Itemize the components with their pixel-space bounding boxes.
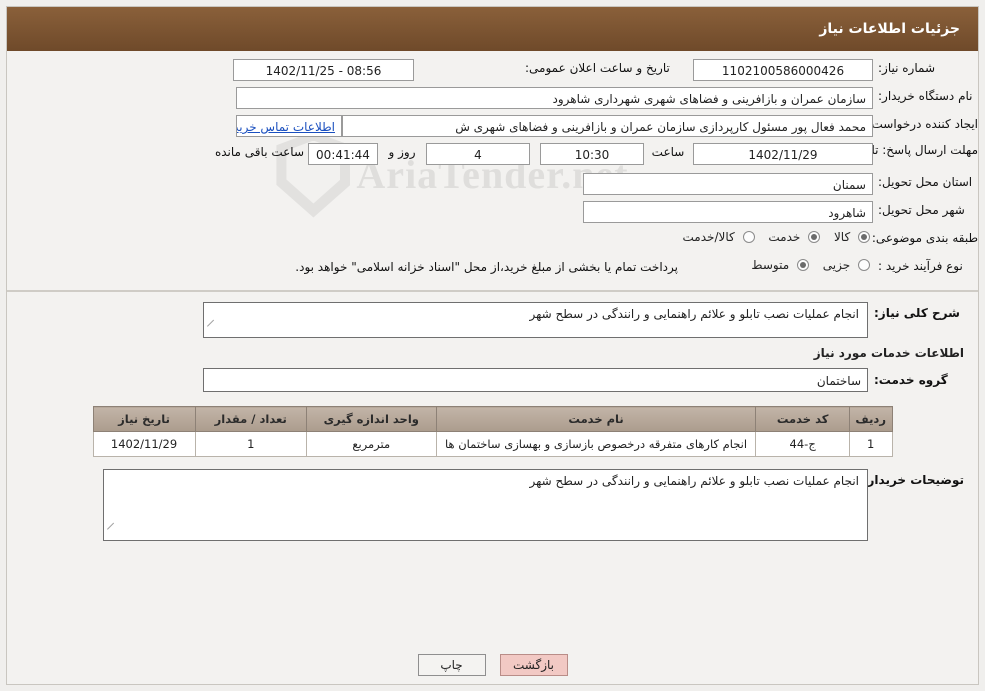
service-details-section: شرح کلی نیاز: انجام عملیات نصب تابلو و ع… <box>7 292 978 547</box>
radio-process-motevaset[interactable] <box>796 258 809 271</box>
announce-datetime-value: 08:56 - 1402/11/25 <box>233 59 414 81</box>
radio-category-kala-khedmat-label: کالا/خدمت <box>682 229 735 244</box>
page-container: جزئیات اطلاعات نیاز AriaTender.net شماره… <box>6 6 979 685</box>
city-label: شهر محل تحویل: <box>878 203 965 217</box>
deadline-date-value: 1402/11/29 <box>693 143 873 165</box>
buyer-org-value: سازمان عمران و بازافرینی و فضاهای شهری ش… <box>236 87 873 109</box>
general-desc-label: شرح کلی نیاز: <box>874 306 960 320</box>
need-number-label: شماره نیاز: <box>878 61 935 75</box>
th-unit: واحد اندازه گیری <box>305 406 437 432</box>
radio-category-kala-khedmat[interactable] <box>742 230 755 243</box>
buyer-notes-value: انجام عملیات نصب تابلو و علائم راهنمایی … <box>103 469 868 541</box>
deadline-label: مهلت ارسال پاسخ: تا تاریخ: <box>839 143 978 157</box>
radio-process-jozei-label: جزیی <box>822 257 851 272</box>
cell-service-name: انجام کارهای متفرقه درخصوص بازسازی و بهس… <box>435 431 757 457</box>
radio-category-khedmat-label: خدمت <box>768 229 801 244</box>
th-row-number: ردیف <box>848 406 893 432</box>
category-label: طبقه بندی موضوعی: <box>871 231 978 245</box>
remaining-time-value: 00:41:44 <box>308 143 378 165</box>
requester-label: ایجاد کننده درخواست: <box>867 117 978 131</box>
cell-quantity: 1 <box>194 431 307 457</box>
cell-unit: مترمربع <box>305 431 437 457</box>
services-info-title: اطلاعات خدمات مورد نیاز <box>813 346 964 360</box>
resize-handle-icon-notes[interactable] <box>107 529 117 539</box>
city-value: شاهرود <box>583 201 873 223</box>
contact-info-box[interactable]: اطلاعات تماس خریدار <box>236 115 342 137</box>
buyer-org-label: نام دستگاه خریدار: <box>878 89 973 103</box>
category-radio-group[interactable]: کالا خدمت کالا/خدمت <box>673 229 870 244</box>
cell-row-number: 1 <box>848 431 893 457</box>
th-service-name: نام خدمت <box>435 406 757 432</box>
buyer-contact-link[interactable]: اطلاعات تماس خریدار <box>237 120 335 134</box>
service-group-label: گروه خدمت: <box>874 373 948 387</box>
process-radio-group[interactable]: جزیی متوسط <box>741 257 870 272</box>
print-button[interactable]: چاپ <box>417 654 486 676</box>
back-button[interactable]: بازگشت <box>499 654 568 676</box>
hour-value: 10:30 <box>540 143 644 165</box>
table-header-row: ردیف کد خدمت نام خدمت واحد اندازه گیری ت… <box>92 406 893 432</box>
province-value: سمنان <box>583 173 873 195</box>
hour-label: ساعت <box>651 145 685 159</box>
resize-handle-icon[interactable] <box>207 326 217 336</box>
requester-value: محمد فعال پور مسئول کارپردازی سازمان عمر… <box>342 115 873 137</box>
th-quantity: تعداد / مقدار <box>194 406 307 432</box>
radio-category-kala[interactable] <box>858 230 870 243</box>
need-info-panel: AriaTender.net شماره نیاز: 1102100586000… <box>7 51 978 291</box>
process-note: پرداخت تمام یا بخشی از مبلغ خرید،از محل … <box>295 260 678 274</box>
page-header: جزئیات اطلاعات نیاز <box>7 7 978 51</box>
footer-actions: بازگشت چاپ <box>7 654 978 676</box>
th-service-code: کد خدمت <box>755 406 850 432</box>
days-value: 4 <box>426 143 530 165</box>
process-label: نوع فرآیند خرید : <box>878 259 963 273</box>
remaining-time-label: ساعت باقی مانده <box>214 145 304 159</box>
th-need-date: تاریخ نیاز <box>92 406 196 432</box>
table-row: 1 ج-44 انجام کارهای متفرقه درخصوص بازساز… <box>92 431 893 457</box>
buyer-notes-text: انجام عملیات نصب تابلو و علائم راهنمایی … <box>529 474 860 488</box>
radio-process-motevaset-label: متوسط <box>751 257 790 272</box>
page-title: جزئیات اطلاعات نیاز <box>819 21 960 37</box>
need-number-value: 1102100586000426 <box>693 59 873 81</box>
radio-category-kala-label: کالا <box>833 229 851 244</box>
announce-datetime-label: تاریخ و ساعت اعلان عمومی: <box>525 61 670 75</box>
radio-category-khedmat[interactable] <box>808 230 821 243</box>
cell-need-date: 1402/11/29 <box>92 431 196 457</box>
general-desc-text: انجام عملیات نصب تابلو و علائم راهنمایی … <box>529 307 860 321</box>
service-group-value: ساختمان <box>203 368 868 392</box>
province-label: استان محل تحویل: <box>878 175 973 189</box>
radio-process-jozei[interactable] <box>858 258 870 271</box>
days-unit-label: روز و <box>388 145 416 159</box>
general-desc-value: انجام عملیات نصب تابلو و علائم راهنمایی … <box>203 302 868 338</box>
buyer-notes-label: توضیحات خریدار: <box>862 473 964 487</box>
cell-service-code: ج-44 <box>755 431 850 457</box>
services-table: ردیف کد خدمت نام خدمت واحد اندازه گیری ت… <box>92 406 893 457</box>
